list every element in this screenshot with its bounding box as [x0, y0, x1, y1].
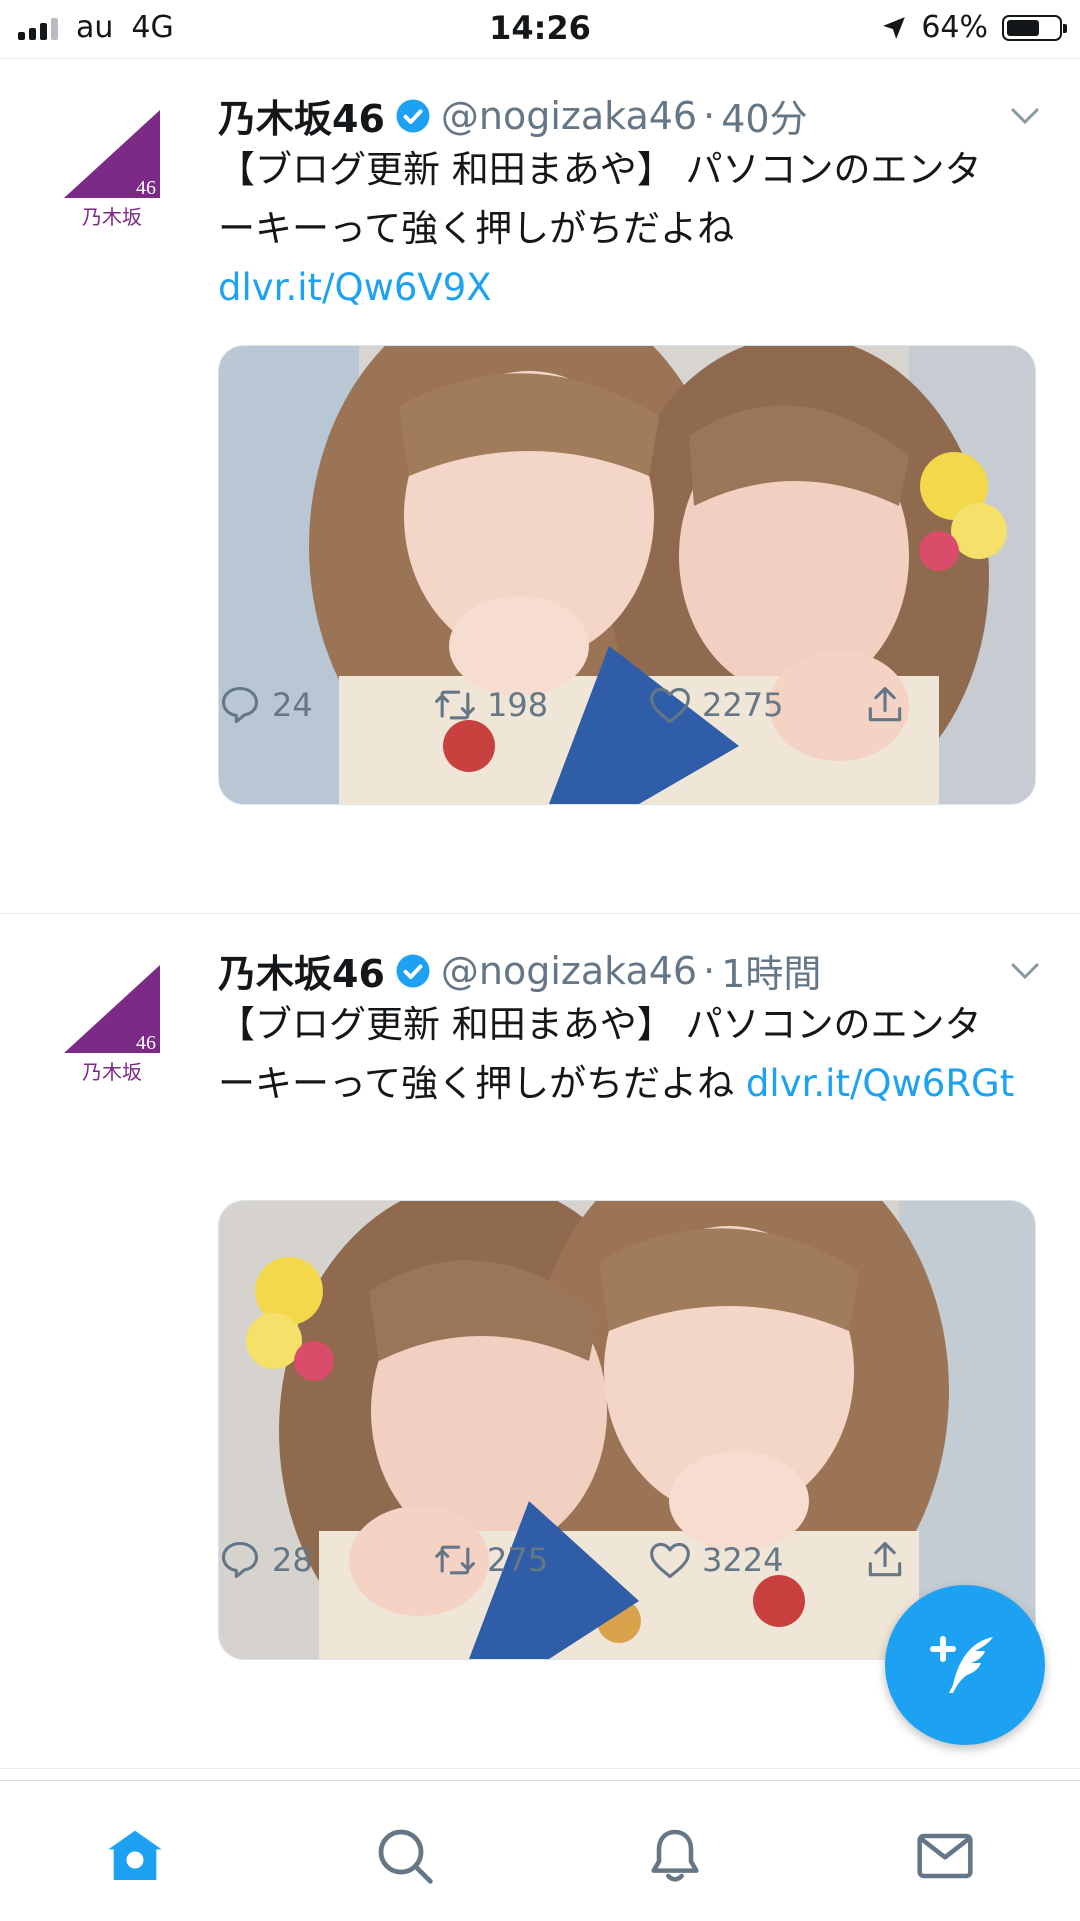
avatar-number: 46	[136, 1032, 156, 1054]
tweet-link[interactable]: dlvr.it/Qw6RGt	[746, 1062, 1014, 1105]
avatar-name: 乃木坂	[82, 205, 142, 229]
retweet-count: 275	[487, 1541, 549, 1579]
tweet-text: 【ブログ更新 和田まあや】 パソコンのエンターキーって強く押しがちだよね dlv…	[218, 995, 1018, 1113]
retweet-icon	[435, 690, 475, 720]
retweet-count: 198	[487, 686, 549, 724]
avatar-number: 46	[136, 177, 156, 199]
author-handle[interactable]: @nogizaka46	[441, 949, 697, 993]
heart-icon	[650, 687, 690, 724]
heart-icon	[650, 1542, 690, 1579]
photo-image	[219, 346, 1035, 804]
reply-count: 28	[272, 1541, 313, 1579]
avatar[interactable]: 46 乃木坂	[60, 108, 164, 233]
like-button[interactable]: 2275	[648, 683, 783, 727]
author-name[interactable]: 乃木坂46	[218, 943, 385, 998]
share-button[interactable]	[863, 683, 907, 727]
tweet-timestamp[interactable]: 1時間	[721, 943, 821, 998]
tab-messages[interactable]	[910, 1821, 980, 1891]
tweet-photo[interactable]	[218, 1200, 1036, 1660]
tweet-photo[interactable]	[218, 345, 1036, 805]
retweet-icon	[435, 1545, 475, 1575]
tab-home[interactable]	[100, 1821, 170, 1891]
separator: ·	[703, 93, 716, 138]
avatar[interactable]: 46 乃木坂	[60, 963, 164, 1088]
reply-icon	[221, 686, 259, 724]
compose-tweet-icon	[930, 1636, 993, 1693]
chevron-down-icon[interactable]	[1010, 106, 1040, 126]
bottom-tab-bar	[0, 1780, 1080, 1921]
location-arrow-icon	[883, 16, 906, 39]
author-handle[interactable]: @nogizaka46	[441, 94, 697, 138]
share-button[interactable]	[863, 1538, 907, 1582]
reply-button[interactable]: 24	[218, 683, 313, 727]
reply-count: 24	[272, 686, 313, 724]
verified-badge-icon	[396, 954, 430, 987]
author-name[interactable]: 乃木坂46	[218, 88, 385, 143]
tweet-timestamp[interactable]: 40分	[721, 88, 807, 143]
notifications-icon	[651, 1829, 699, 1882]
photo-image	[219, 1201, 1035, 1659]
search-icon	[378, 1829, 433, 1884]
battery-icon	[1002, 14, 1067, 41]
compose-tweet-button[interactable]	[885, 1585, 1045, 1745]
tweet-link[interactable]: dlvr.it/Qw6V9X	[218, 266, 492, 309]
status-left: au 4G	[18, 10, 174, 45]
tweet-header: 乃木坂46 @nogizaka46 · 40分	[218, 88, 808, 143]
reply-button[interactable]: 28	[218, 1538, 313, 1582]
battery-level	[1007, 19, 1039, 36]
tweet-actions: 28 275 3224	[218, 1538, 1018, 1586]
tweet[interactable]: 46 乃木坂 乃木坂46 @nogizaka46 · 40分 【ブログ更新 和田…	[0, 58, 1080, 914]
like-button[interactable]: 3224	[648, 1538, 783, 1582]
tweet-actions: 24 198 2275	[218, 683, 1018, 731]
retweet-button[interactable]: 275	[433, 1538, 548, 1582]
retweet-button[interactable]: 198	[433, 683, 548, 727]
share-icon	[868, 686, 902, 722]
status-right: 64%	[881, 10, 1067, 45]
battery-percent: 64%	[921, 10, 988, 45]
tweet-text: 【ブログ更新 和田まあや】 パソコンのエンターキーって強く押しがちだよね dlv…	[218, 140, 1018, 317]
tweet-header: 乃木坂46 @nogizaka46 · 1時間	[218, 943, 821, 998]
separator: ·	[703, 948, 716, 993]
tab-notifications[interactable]	[640, 1821, 710, 1891]
messages-icon	[917, 1833, 973, 1879]
carrier-label: au	[76, 10, 114, 45]
tweet-body: 【ブログ更新 和田まあや】 パソコンのエンターキーって強く押しがちだよね	[218, 148, 982, 250]
share-icon	[868, 1541, 902, 1577]
reply-icon	[221, 1541, 259, 1579]
verified-badge-icon	[396, 99, 430, 132]
home-icon	[108, 1830, 162, 1880]
avatar-name: 乃木坂	[82, 1060, 142, 1084]
like-count: 3224	[702, 1541, 784, 1579]
like-count: 2275	[702, 686, 784, 724]
chevron-down-icon[interactable]	[1010, 961, 1040, 981]
tab-search[interactable]	[370, 1821, 440, 1891]
status-bar: au 4G 14:26 64%	[0, 0, 1080, 59]
signal-strength-icon	[18, 16, 58, 40]
network-label: 4G	[131, 10, 174, 45]
